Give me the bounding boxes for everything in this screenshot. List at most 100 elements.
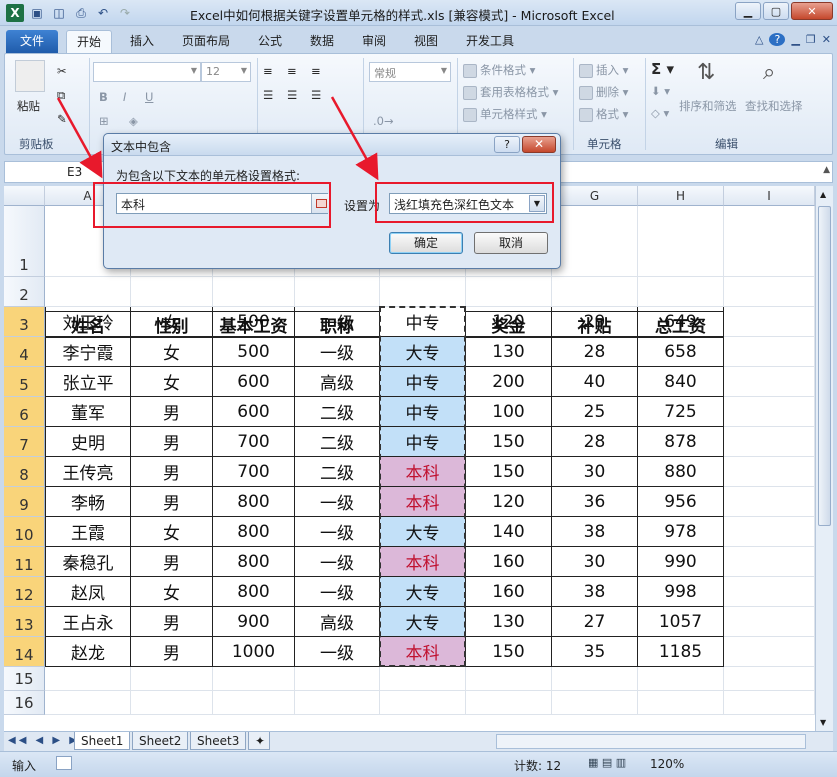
table-cell[interactable]: 978 [638, 517, 724, 547]
table-cell[interactable]: 男 [131, 637, 213, 667]
table-cell[interactable]: 一级 [295, 487, 380, 517]
table-cell[interactable]: 1000 [213, 637, 295, 667]
row-header-13[interactable]: 13 [4, 607, 45, 637]
table-cell[interactable]: 700 [213, 427, 295, 457]
find-select-button[interactable]: 查找和选择 [745, 98, 803, 114]
italic-icon[interactable]: I [123, 90, 126, 104]
redo-icon[interactable]: ↷ [116, 4, 134, 22]
education-cell[interactable]: 大专 [380, 607, 466, 637]
table-cell[interactable]: 王占永 [45, 607, 131, 637]
zoom-level[interactable]: 120% [650, 757, 684, 771]
row-header-16[interactable]: 16 [4, 691, 45, 715]
table-cell[interactable]: 35 [552, 637, 638, 667]
row-header-10[interactable]: 10 [4, 517, 45, 547]
table-cell[interactable]: 100 [466, 397, 552, 427]
tab-home[interactable]: 开始 [66, 30, 113, 54]
cut-icon[interactable]: ✂ [57, 64, 67, 78]
workbook-minimize-icon[interactable]: ▁ [791, 33, 799, 46]
ok-button[interactable]: 确定 [389, 232, 463, 254]
sort-filter-button[interactable]: 排序和筛选 [679, 98, 737, 114]
table-cell[interactable]: 李宁霞 [45, 337, 131, 367]
table-cell[interactable]: 赵凤 [45, 577, 131, 607]
row-header-12[interactable]: 12 [4, 577, 45, 607]
workbook-close-icon[interactable]: ✕ [822, 33, 831, 46]
table-cell[interactable]: 38 [552, 577, 638, 607]
table-cell[interactable]: 王霞 [45, 517, 131, 547]
table-cell[interactable]: 一级 [295, 577, 380, 607]
table-cell[interactable]: 高级 [295, 367, 380, 397]
education-cell[interactable]: 中专 [380, 307, 466, 337]
table-cell[interactable]: 500 [213, 307, 295, 337]
format-cells-button[interactable]: 格式 ▾ [579, 106, 628, 122]
table-cell[interactable]: 150 [466, 637, 552, 667]
education-cell[interactable]: 大专 [380, 577, 466, 607]
macro-record-icon[interactable] [56, 756, 72, 770]
education-cell[interactable]: 本科 [380, 637, 466, 667]
column-header-I[interactable]: I [724, 186, 815, 206]
table-cell[interactable]: 140 [466, 517, 552, 547]
close-button[interactable]: ✕ [791, 2, 833, 20]
table-cell[interactable]: 900 [213, 607, 295, 637]
align-center-icon[interactable]: ☰ [287, 88, 297, 102]
table-cell[interactable]: 董军 [45, 397, 131, 427]
education-cell[interactable]: 本科 [380, 547, 466, 577]
table-cell[interactable]: 28 [552, 427, 638, 457]
table-cell[interactable]: 张立平 [45, 367, 131, 397]
row-header-14[interactable]: 14 [4, 637, 45, 667]
table-cell[interactable]: 956 [638, 487, 724, 517]
font-size-combo[interactable]: 12 ▼ [201, 62, 251, 82]
row-header-5[interactable]: 5 [4, 367, 45, 397]
dialog-help-button[interactable]: ? [494, 136, 520, 153]
clear-icon[interactable]: ◇ ▾ [651, 106, 669, 120]
table-cell[interactable]: 700 [213, 457, 295, 487]
table-cell[interactable]: 36 [552, 487, 638, 517]
table-cell[interactable]: 女 [131, 367, 213, 397]
fill-icon[interactable]: ⬇ ▾ [651, 84, 670, 98]
table-cell[interactable]: 130 [466, 607, 552, 637]
tab-developer[interactable]: 开发工具 [456, 30, 524, 54]
print-preview-icon[interactable]: ◫ [50, 4, 68, 22]
row-header-3[interactable]: 3 [4, 307, 45, 337]
sheet-tab-1[interactable]: Sheet1 [74, 732, 131, 750]
table-cell[interactable]: 一级 [295, 337, 380, 367]
table-cell[interactable]: 800 [213, 487, 295, 517]
table-cell[interactable]: 600 [213, 397, 295, 427]
find-select-icon[interactable]: ⌕ [763, 60, 775, 85]
table-cell[interactable]: 男 [131, 547, 213, 577]
table-cell[interactable]: 刘玉玲 [45, 307, 131, 337]
row-header-4[interactable]: 4 [4, 337, 45, 367]
bold-icon[interactable]: B [99, 90, 108, 104]
table-cell[interactable]: 29 [552, 307, 638, 337]
paste-icon[interactable] [15, 60, 45, 92]
education-cell[interactable]: 中专 [380, 397, 466, 427]
table-cell[interactable]: 1057 [638, 607, 724, 637]
fill-color-icon[interactable]: ◈ [129, 114, 138, 128]
conditional-format-button[interactable]: 条件格式 ▾ [463, 62, 535, 78]
paste-button[interactable]: 粘贴 [17, 98, 40, 114]
expand-formula-icon[interactable]: ▲ [823, 165, 830, 175]
table-cell[interactable]: 840 [638, 367, 724, 397]
table-cell[interactable]: 38 [552, 517, 638, 547]
column-header-G[interactable]: G [552, 186, 638, 206]
cell-styles-button[interactable]: 单元格样式 ▾ [463, 106, 547, 122]
view-mode-icons[interactable]: ▦ ▤ ▥ [588, 756, 626, 769]
row-header-7[interactable]: 7 [4, 427, 45, 457]
table-cell[interactable]: 40 [552, 367, 638, 397]
sort-filter-icon[interactable]: ⇅ [697, 60, 715, 85]
align-top-icon[interactable]: ≡ [263, 64, 273, 78]
table-cell[interactable]: 一级 [295, 517, 380, 547]
row-header-9[interactable]: 9 [4, 487, 45, 517]
table-cell[interactable]: 李畅 [45, 487, 131, 517]
education-cell[interactable]: 本科 [380, 457, 466, 487]
table-cell[interactable]: 男 [131, 397, 213, 427]
table-cell[interactable]: 150 [466, 427, 552, 457]
education-cell[interactable]: 本科 [380, 487, 466, 517]
table-cell[interactable]: 500 [213, 337, 295, 367]
row-header-1[interactable]: 1 [4, 206, 45, 277]
tab-page-layout[interactable]: 页面布局 [172, 30, 240, 54]
column-header-H[interactable]: H [638, 186, 724, 206]
horizontal-scrollbar[interactable] [496, 734, 806, 749]
table-cell[interactable]: 880 [638, 457, 724, 487]
table-cell[interactable]: 600 [213, 367, 295, 397]
underline-icon[interactable]: U [145, 90, 153, 104]
